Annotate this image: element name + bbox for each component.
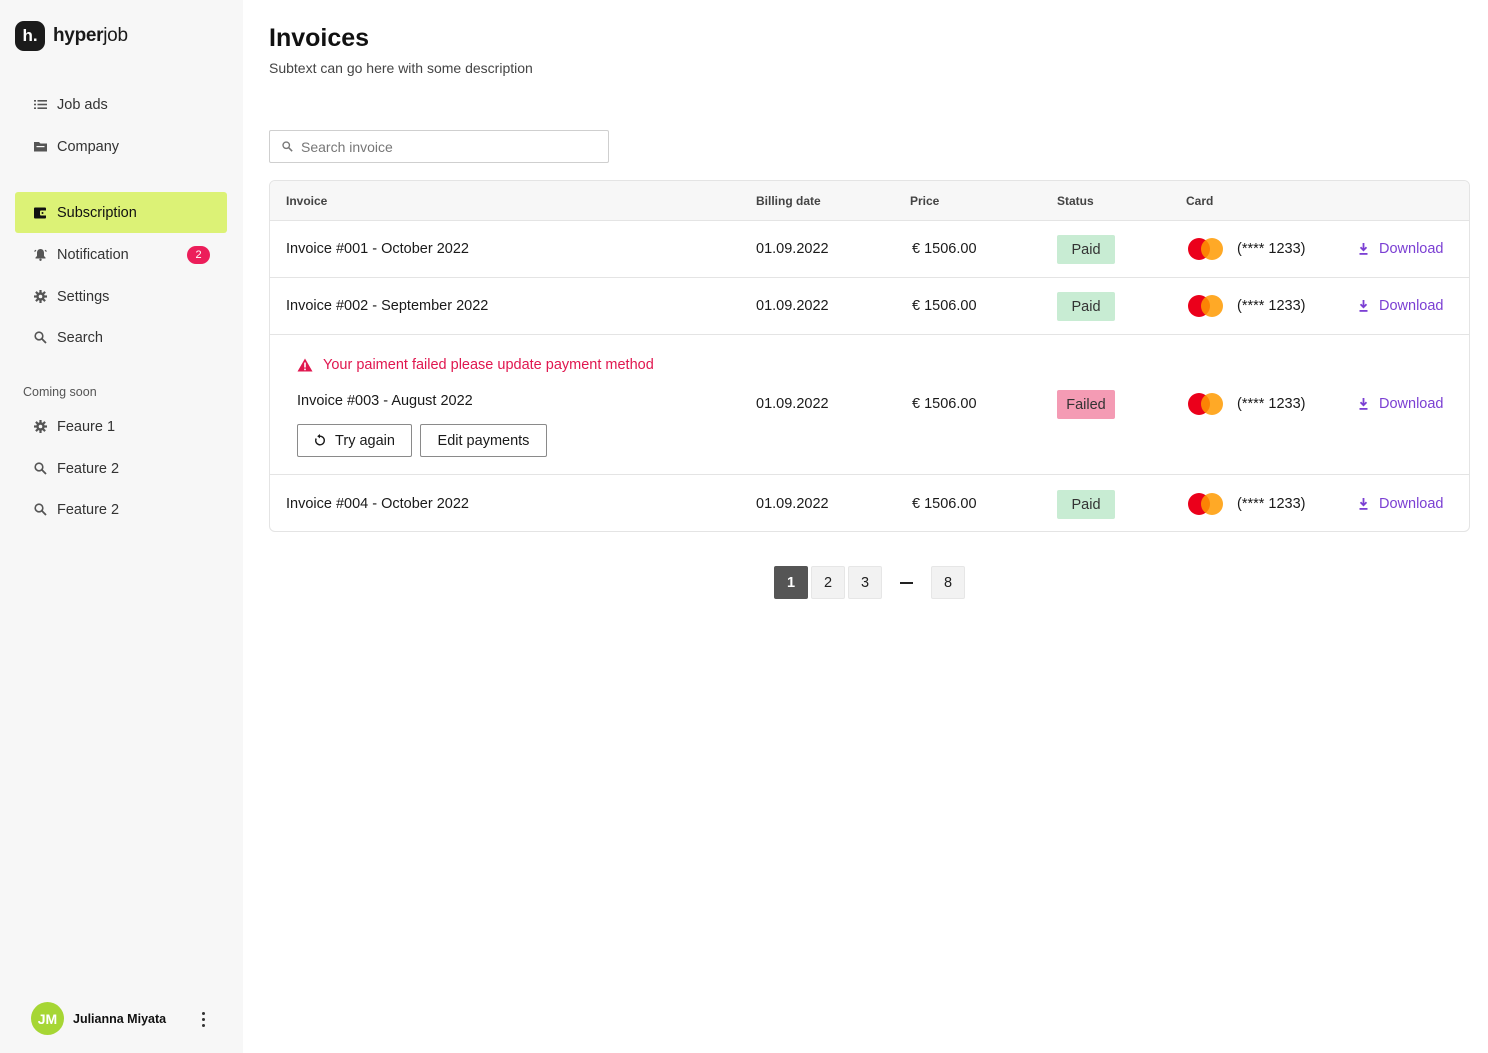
- table-row: Invoice #001 - October 2022 01.09.2022 €…: [270, 221, 1469, 278]
- payment-failed-alert: Your paiment failed please update paymen…: [297, 357, 654, 373]
- retry-icon: [315, 434, 326, 446]
- billing-date: 01.09.2022: [756, 496, 829, 512]
- sidebar-item-feature-2b[interactable]: Feature 2: [15, 489, 227, 530]
- invoice-name: Invoice #003 - August 2022: [297, 393, 473, 409]
- search-box[interactable]: [269, 130, 609, 163]
- sidebar-item-label: Feature 2: [57, 460, 120, 477]
- edit-payments-button[interactable]: Edit payments: [420, 424, 547, 457]
- download-link[interactable]: Download: [1358, 298, 1444, 314]
- search-icon: [33, 330, 48, 345]
- page-button-2[interactable]: 2: [811, 566, 845, 599]
- mastercard-icon: [1188, 238, 1223, 260]
- notification-count-badge: 2: [187, 246, 210, 264]
- sidebar-item-feature-2[interactable]: Feature 2: [15, 448, 227, 489]
- logo-mark: h.: [15, 21, 45, 51]
- search-icon: [282, 141, 293, 152]
- sidebar-item-job-ads[interactable]: Job ads: [15, 84, 227, 125]
- logo-wordmark: hyperjob: [53, 25, 128, 46]
- sidebar-item-search[interactable]: Search: [15, 317, 227, 358]
- sidebar-item-label: Job ads: [57, 96, 108, 113]
- gear-icon: [33, 289, 48, 304]
- gear-icon: [33, 419, 48, 434]
- card-number: (**** 1233): [1237, 396, 1306, 412]
- download-link[interactable]: Download: [1358, 396, 1444, 412]
- table-row-failed: Your paiment failed please update paymen…: [270, 335, 1469, 475]
- table-header: Invoice Billing date Price Status Card: [270, 181, 1469, 221]
- sidebar-item-label: Feature 2: [57, 501, 120, 518]
- table-row: Invoice #004 - October 2022 01.09.2022 €…: [270, 475, 1469, 531]
- invoice-name: Invoice #004 - October 2022: [286, 496, 469, 512]
- column-header-card: Card: [1186, 194, 1214, 208]
- column-header-price: Price: [910, 194, 940, 208]
- invoice-name: Invoice #001 - October 2022: [286, 241, 469, 257]
- sidebar-item-company[interactable]: Company: [15, 126, 227, 167]
- sidebar: h. hyperjob Job ads Company Subscription: [0, 0, 243, 1053]
- sidebar-item-label: Company: [57, 138, 120, 155]
- avatar: JM: [31, 1002, 64, 1035]
- column-header-billing-date: Billing date: [756, 194, 821, 208]
- download-icon: [1359, 498, 1368, 510]
- page-subtitle: Subtext can go here with some descriptio…: [269, 60, 533, 76]
- sidebar-item-label: Feaure 1: [57, 418, 116, 435]
- sidebar-item-settings[interactable]: Settings: [15, 276, 227, 317]
- price: € 1506.00: [912, 241, 977, 257]
- price: € 1506.00: [912, 298, 977, 314]
- price: € 1506.00: [912, 396, 977, 412]
- card-number: (**** 1233): [1237, 298, 1306, 314]
- download-icon: [1359, 243, 1368, 255]
- status-badge: Paid: [1057, 235, 1115, 264]
- sidebar-item-label: Settings: [57, 288, 110, 305]
- status-badge: Paid: [1057, 292, 1115, 321]
- download-link[interactable]: Download: [1358, 241, 1444, 257]
- folder-icon: [33, 139, 48, 154]
- billing-date: 01.09.2022: [756, 241, 829, 257]
- brand-logo[interactable]: h. hyperjob: [15, 21, 128, 51]
- sidebar-item-feature-1[interactable]: Feaure 1: [15, 406, 227, 447]
- status-badge: Failed: [1057, 390, 1115, 419]
- billing-date: 01.09.2022: [756, 298, 829, 314]
- bell-icon: [33, 247, 48, 262]
- download-icon: [1359, 398, 1368, 410]
- sidebar-item-label: Notification: [57, 246, 129, 263]
- search-icon: [33, 461, 48, 476]
- card-number: (**** 1233): [1237, 496, 1306, 512]
- mastercard-icon: [1188, 493, 1223, 515]
- table-row: Invoice #002 - September 2022 01.09.2022…: [270, 278, 1469, 335]
- sidebar-item-label: Subscription: [57, 204, 137, 221]
- page-button-1[interactable]: 1: [774, 566, 808, 599]
- page-button-last[interactable]: 8: [931, 566, 965, 599]
- list-icon: [33, 97, 48, 112]
- search-icon: [33, 502, 48, 517]
- invoice-name: Invoice #002 - September 2022: [286, 298, 489, 314]
- warning-icon: [297, 358, 313, 372]
- status-badge: Paid: [1057, 490, 1115, 519]
- user-profile[interactable]: JM Julianna Miyata: [31, 1002, 221, 1035]
- card-number: (**** 1233): [1237, 241, 1306, 257]
- download-icon: [1359, 300, 1368, 312]
- sidebar-item-label: Search: [57, 329, 103, 346]
- section-label-coming-soon: Coming soon: [23, 385, 97, 399]
- invoice-table: Invoice Billing date Price Status Card I…: [269, 180, 1470, 532]
- sidebar-item-notification[interactable]: Notification 2: [15, 234, 227, 275]
- mastercard-icon: [1188, 393, 1223, 415]
- more-options-icon[interactable]: [196, 1007, 210, 1031]
- user-name: Julianna Miyata: [73, 1011, 167, 1026]
- wallet-icon: [33, 205, 48, 220]
- download-link[interactable]: Download: [1358, 496, 1444, 512]
- billing-date: 01.09.2022: [756, 396, 829, 412]
- page-title: Invoices: [269, 24, 370, 52]
- sidebar-item-subscription[interactable]: Subscription: [15, 192, 227, 233]
- page-button-3[interactable]: 3: [848, 566, 882, 599]
- pagination-ellipsis: [900, 566, 914, 599]
- price: € 1506.00: [912, 496, 977, 512]
- column-header-invoice: Invoice: [286, 194, 328, 208]
- search-invoice-input[interactable]: [301, 138, 591, 155]
- column-header-status: Status: [1057, 194, 1094, 208]
- try-again-button[interactable]: Try again: [297, 424, 412, 457]
- mastercard-icon: [1188, 295, 1223, 317]
